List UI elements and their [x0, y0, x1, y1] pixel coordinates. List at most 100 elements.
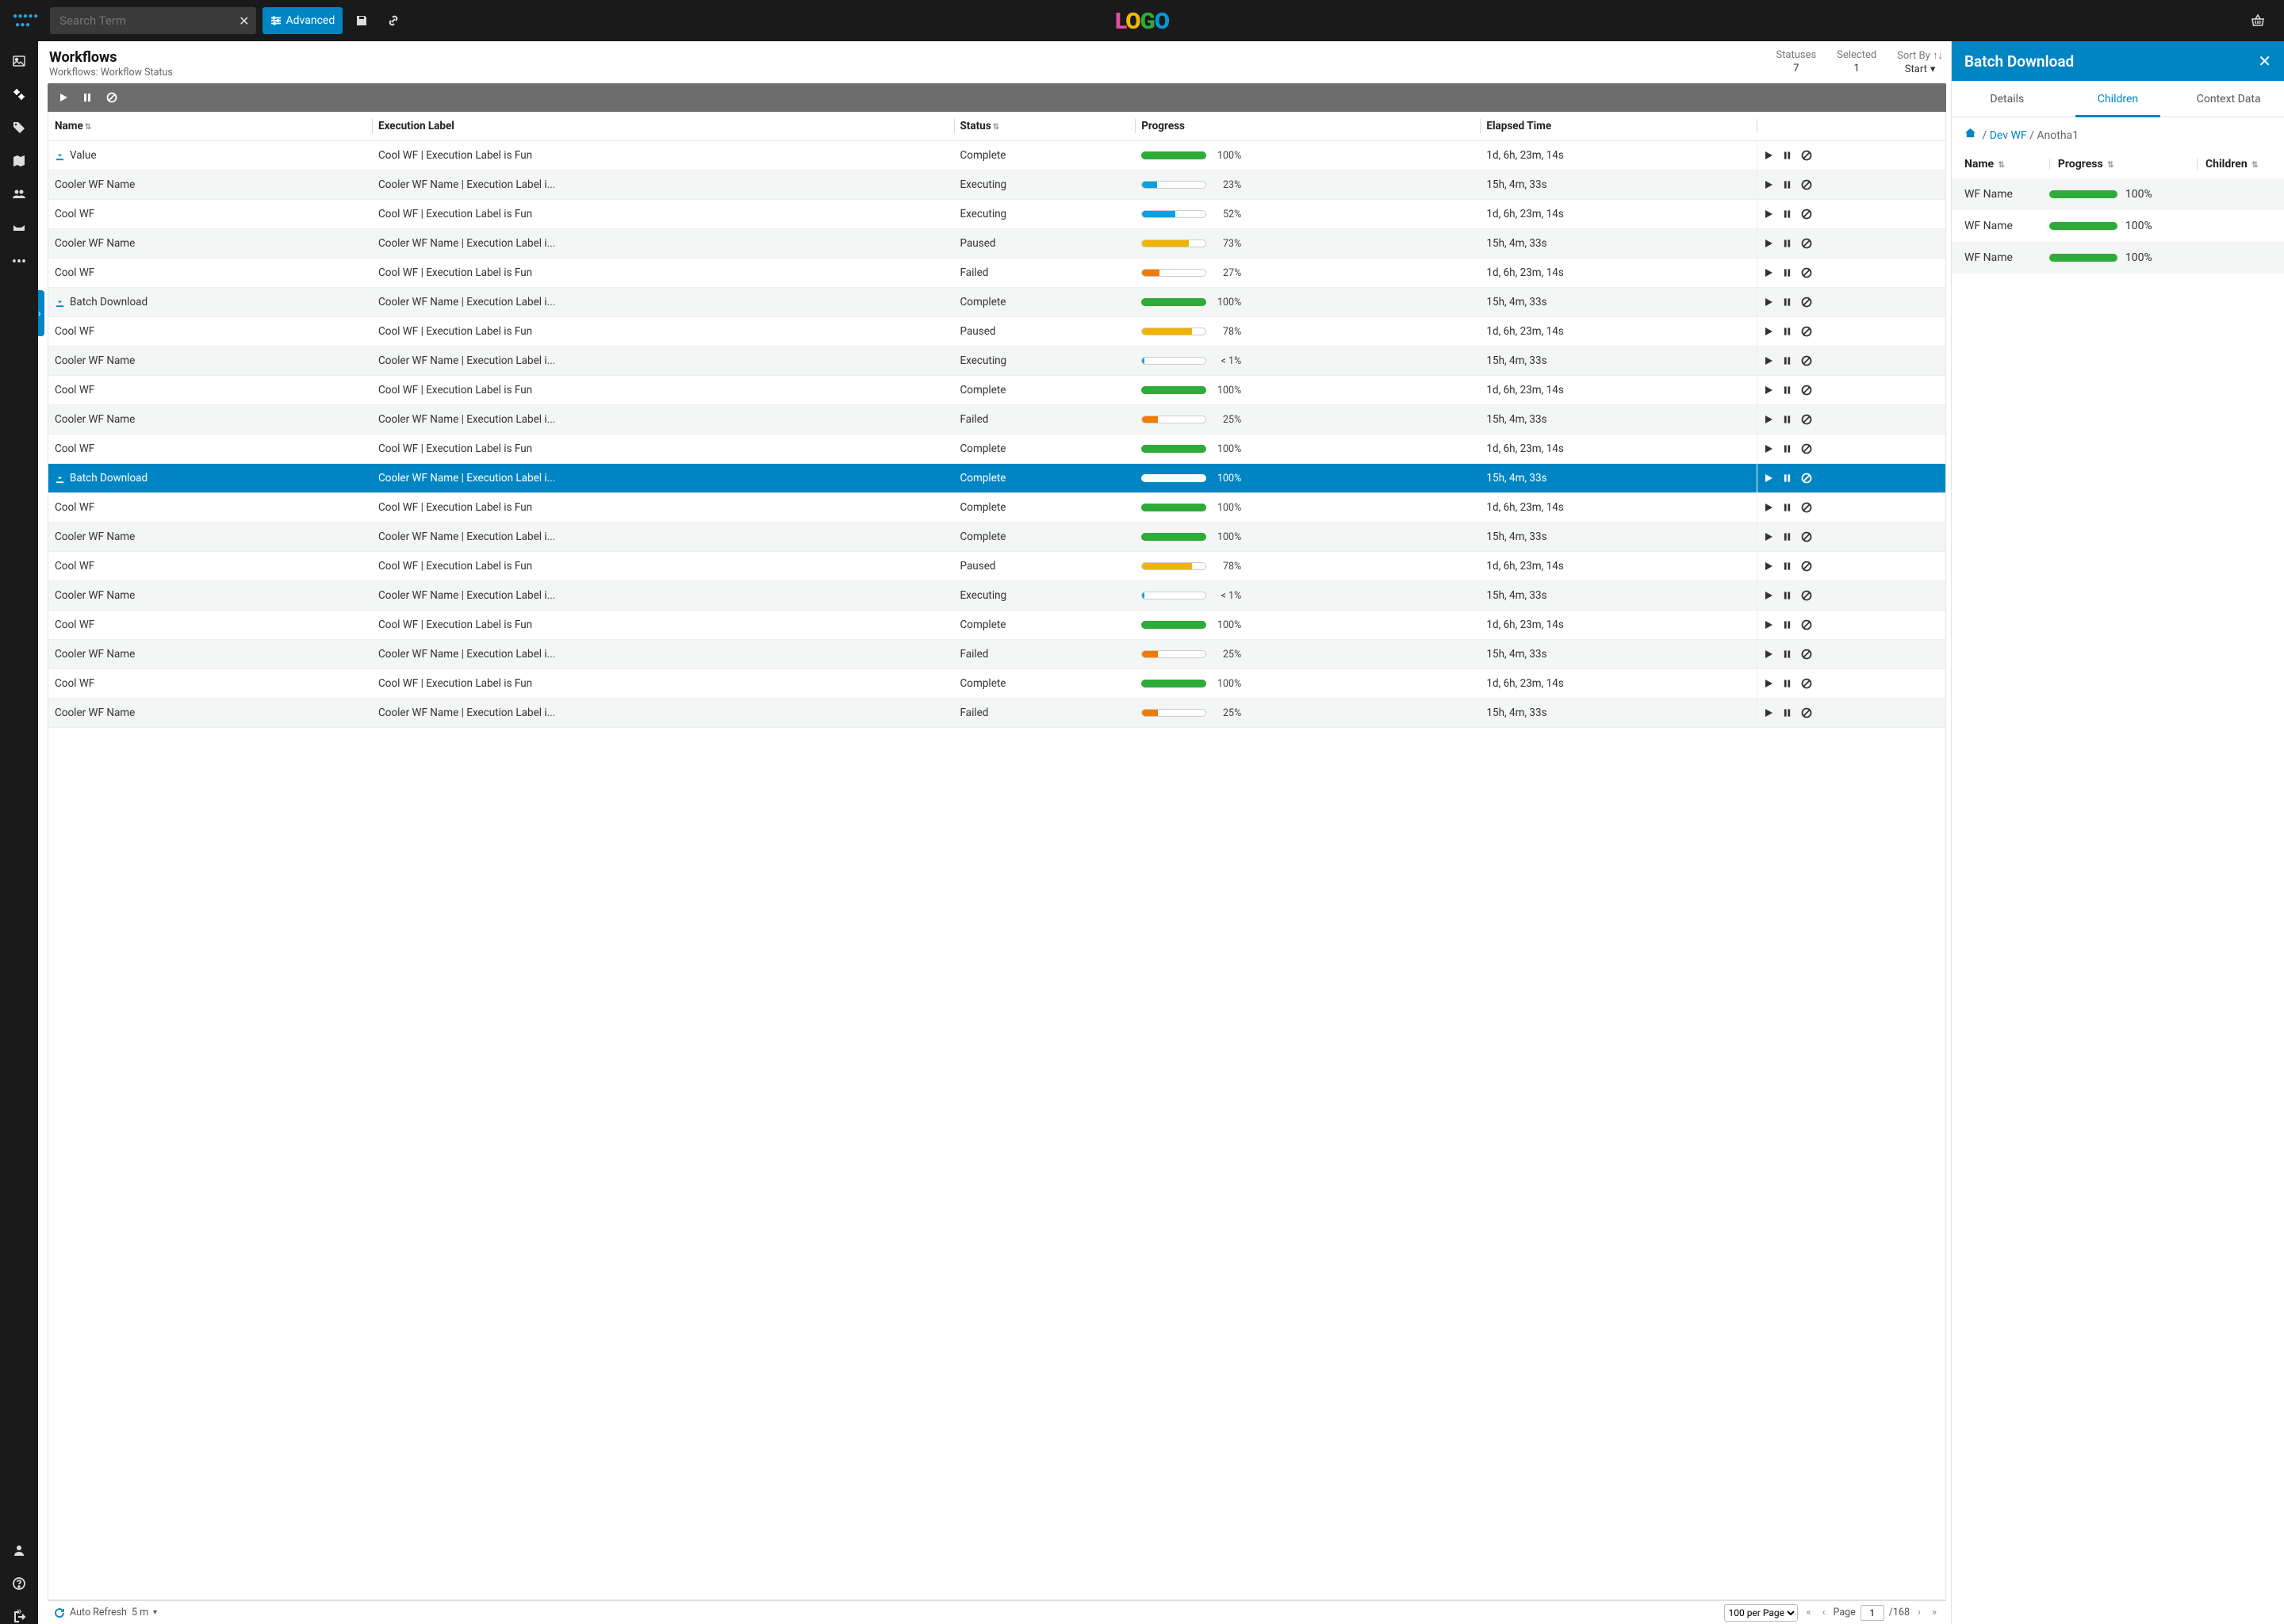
cancel-icon[interactable]	[1801, 561, 1812, 572]
col-status[interactable]: Status⇅	[954, 112, 1136, 141]
link-icon[interactable]	[381, 14, 406, 27]
close-icon[interactable]: ✕	[2258, 52, 2271, 71]
page-next-icon[interactable]: ›	[1914, 1607, 1924, 1618]
more-icon[interactable]: •••	[10, 254, 29, 270]
play-icon[interactable]	[1764, 679, 1773, 688]
play-icon[interactable]	[1764, 356, 1773, 366]
col-elapsed[interactable]: Elapsed Time	[1480, 112, 1757, 141]
table-row[interactable]: Cooler WF Name Cooler WF Name | Executio…	[48, 229, 1945, 259]
play-icon[interactable]	[1764, 473, 1773, 483]
cancel-icon[interactable]	[1801, 531, 1812, 542]
rp-col-children[interactable]: Children ⇅	[2184, 150, 2284, 178]
play-icon[interactable]	[1764, 649, 1773, 659]
play-icon[interactable]	[1764, 151, 1773, 160]
sidebar-expand-handle[interactable]	[38, 290, 44, 336]
cancel-icon[interactable]	[1801, 707, 1812, 718]
pause-icon[interactable]	[1783, 327, 1792, 336]
cancel-icon[interactable]	[1801, 590, 1812, 601]
play-icon[interactable]	[1764, 503, 1773, 512]
pause-icon[interactable]	[1783, 473, 1792, 483]
table-row[interactable]: Cool WF Cool WF | Execution Label is Fun…	[48, 611, 1945, 640]
table-row[interactable]: Cooler WF Name Cooler WF Name | Executio…	[48, 581, 1945, 611]
table-row[interactable]: Cool WF Cool WF | Execution Label is Fun…	[48, 376, 1945, 405]
tab-children[interactable]: Children	[2063, 81, 2174, 117]
help-icon[interactable]	[10, 1576, 29, 1591]
table-row[interactable]: Cool WF Cool WF | Execution Label is Fun…	[48, 317, 1945, 347]
pause-icon[interactable]	[1783, 649, 1792, 659]
col-name[interactable]: Name⇅	[48, 112, 372, 141]
cancel-icon[interactable]	[1801, 414, 1812, 425]
cancel-icon[interactable]	[1801, 385, 1812, 396]
cancel-icon[interactable]	[1801, 238, 1812, 249]
sidebar-expand-icon[interactable]: »	[17, 1605, 22, 1618]
panel-row[interactable]: WF Name 100%	[1952, 210, 2284, 242]
pause-icon[interactable]	[1783, 209, 1792, 219]
pause-icon[interactable]	[1783, 180, 1792, 190]
table-row[interactable]: Cooler WF Name Cooler WF Name | Executio…	[48, 405, 1945, 435]
pause-icon[interactable]	[1783, 415, 1792, 424]
table-row[interactable]: Cooler WF Name Cooler WF Name | Executio…	[48, 523, 1945, 552]
play-icon[interactable]	[1764, 708, 1773, 718]
rp-col-name[interactable]: Name ⇅	[1952, 150, 2037, 178]
play-icon[interactable]	[1764, 415, 1773, 424]
play-icon[interactable]	[1764, 444, 1773, 454]
pause-icon[interactable]	[1783, 297, 1792, 307]
settings-icon[interactable]	[10, 87, 29, 102]
autorefresh-value[interactable]: 5 m	[132, 1607, 148, 1618]
cancel-icon[interactable]	[1801, 619, 1812, 630]
pause-icon[interactable]	[1783, 591, 1792, 600]
cancel-icon[interactable]	[1801, 179, 1812, 190]
page-first-icon[interactable]: «	[1803, 1607, 1814, 1618]
image-icon[interactable]	[10, 54, 29, 68]
rp-col-progress[interactable]: Progress ⇅	[2037, 150, 2184, 178]
pause-icon[interactable]	[1783, 444, 1792, 454]
table-row[interactable]: Cool WF Cool WF | Execution Label is Fun…	[48, 669, 1945, 699]
pause-icon[interactable]	[1783, 679, 1792, 688]
table-row[interactable]: Cool WF Cool WF | Execution Label is Fun…	[48, 435, 1945, 464]
cancel-icon[interactable]	[1801, 473, 1812, 484]
play-all-icon[interactable]	[59, 93, 68, 102]
play-icon[interactable]	[1764, 209, 1773, 219]
cancel-all-icon[interactable]	[106, 92, 117, 103]
tab-details[interactable]: Details	[1952, 81, 2063, 117]
pause-icon[interactable]	[1783, 503, 1792, 512]
basket-icon[interactable]	[2244, 13, 2271, 28]
play-icon[interactable]	[1764, 532, 1773, 542]
pause-icon[interactable]	[1783, 532, 1792, 542]
table-row[interactable]: Batch Download Cooler WF Name | Executio…	[48, 288, 1945, 317]
col-exec[interactable]: Execution Label	[372, 112, 954, 141]
user-icon[interactable]	[10, 1543, 29, 1557]
pause-icon[interactable]	[1783, 151, 1792, 160]
per-page-select[interactable]: 100 per Page	[1724, 1604, 1798, 1622]
pause-icon[interactable]	[1783, 708, 1792, 718]
table-row[interactable]: Value Cool WF | Execution Label is Fun C…	[48, 141, 1945, 170]
cancel-icon[interactable]	[1801, 678, 1812, 689]
search-clear-icon[interactable]: ✕	[232, 13, 255, 29]
cancel-icon[interactable]	[1801, 326, 1812, 337]
page-last-icon[interactable]: »	[1929, 1607, 1940, 1618]
panel-row[interactable]: WF Name 100%	[1952, 178, 2284, 210]
play-icon[interactable]	[1764, 327, 1773, 336]
play-icon[interactable]	[1764, 239, 1773, 248]
play-icon[interactable]	[1764, 180, 1773, 190]
play-icon[interactable]	[1764, 561, 1773, 571]
play-icon[interactable]	[1764, 297, 1773, 307]
map-icon[interactable]	[10, 154, 29, 168]
summary-sort[interactable]: Sort By ↑↓ Start ▾	[1897, 49, 1943, 75]
chevron-down-icon[interactable]: ▾	[153, 1608, 157, 1617]
pause-icon[interactable]	[1783, 239, 1792, 248]
cancel-icon[interactable]	[1801, 297, 1812, 308]
cancel-icon[interactable]	[1801, 443, 1812, 454]
search-input[interactable]	[50, 7, 232, 34]
pause-icon[interactable]	[1783, 620, 1792, 630]
panel-row[interactable]: WF Name 100%	[1952, 242, 2284, 274]
pause-icon[interactable]	[1783, 356, 1792, 366]
table-row[interactable]: Cool WF Cool WF | Execution Label is Fun…	[48, 552, 1945, 581]
table-row[interactable]: Cooler WF Name Cooler WF Name | Executio…	[48, 699, 1945, 728]
cancel-icon[interactable]	[1801, 209, 1812, 220]
cancel-icon[interactable]	[1801, 150, 1812, 161]
tag-icon[interactable]	[10, 121, 29, 135]
advanced-search-button[interactable]: Advanced	[263, 7, 343, 34]
table-row[interactable]: Cooler WF Name Cooler WF Name | Executio…	[48, 347, 1945, 376]
cancel-icon[interactable]	[1801, 355, 1812, 366]
